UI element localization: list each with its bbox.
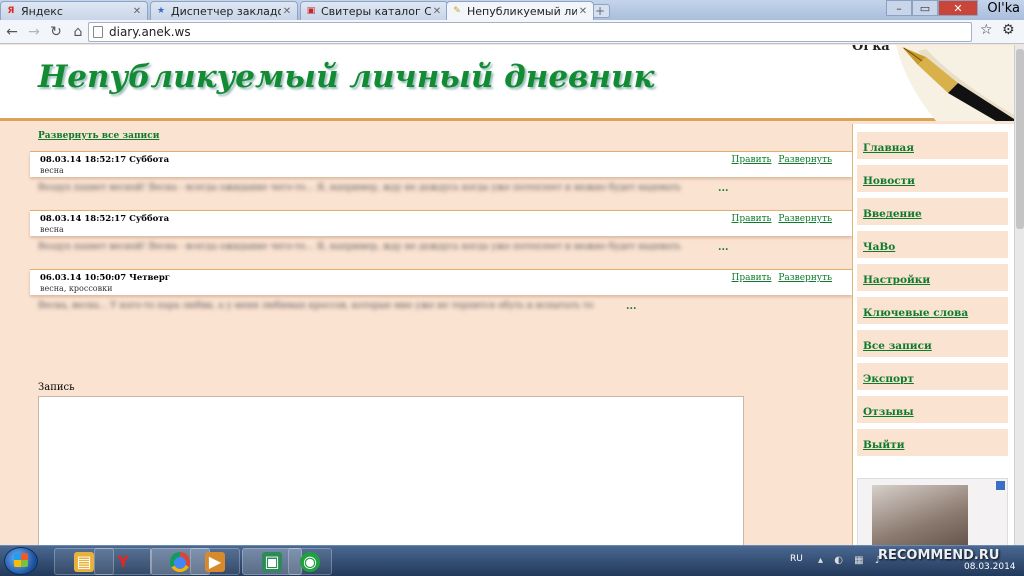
expand-link[interactable]: Развернуть — [778, 155, 832, 165]
forward-arrow-icon[interactable]: → — [24, 22, 44, 42]
home-icon[interactable]: ⌂ — [68, 22, 88, 42]
tab-diary[interactable]: ✎ Непубликуемый личны... ✕ — [446, 1, 594, 20]
tab-title: Яндекс — [21, 4, 63, 18]
menu-item-home[interactable]: Главная — [857, 132, 1008, 159]
shop-icon: ▣ — [306, 6, 316, 16]
close-icon[interactable]: ✕ — [281, 6, 293, 17]
tab-bookmarks-manager[interactable]: ★ Диспетчер закладок ✕ — [150, 1, 298, 20]
entry-actions: Править Развернуть — [728, 155, 832, 165]
language-indicator[interactable]: RU — [790, 554, 803, 564]
entry-actions: Править Развернуть — [728, 273, 832, 283]
read-more-link[interactable]: ... — [718, 183, 728, 194]
diary-entry: 08.03.14 18:52:17 Суббота весна Править … — [30, 210, 852, 253]
menu-item-news[interactable]: Новости — [857, 165, 1008, 192]
entry-header: 08.03.14 18:52:17 Суббота весна Править … — [30, 151, 852, 177]
diary-entry: 08.03.14 18:52:17 Суббота весна Править … — [30, 151, 852, 194]
entry-header: 08.03.14 18:52:17 Суббота весна Править … — [30, 210, 852, 236]
taskbar-yandex-browser[interactable]: Y — [94, 548, 152, 575]
browser-toolbar: ← → ↻ ⌂ diary.anek.ws — [0, 20, 1024, 44]
vertical-scrollbar[interactable] — [1014, 45, 1024, 545]
page-content: Непубликуемый личный дневник Ol'ka Разве… — [0, 45, 1014, 545]
record-textarea[interactable] — [38, 396, 744, 545]
ad-choices-icon[interactable] — [996, 481, 1005, 490]
expand-link[interactable]: Развернуть — [778, 214, 832, 224]
entry-tags: весна — [40, 166, 64, 175]
entry-actions: Править Развернуть — [728, 214, 832, 224]
browser-tab-strip: Я Яндекс ✕ ★ Диспетчер закладок ✕ ▣ Свит… — [0, 0, 1024, 20]
entry-date: 08.03.14 18:52:17 Суббота — [40, 214, 170, 224]
expand-link[interactable]: Развернуть — [778, 273, 832, 283]
windows-logo-icon — [14, 553, 28, 567]
yandex-browser-icon: Y — [117, 552, 129, 571]
menu-item-keywords[interactable]: Ключевые слова — [857, 297, 1008, 324]
menu-item-export[interactable]: Экспорт — [857, 363, 1008, 390]
fountain-pen-icon — [896, 45, 1014, 121]
star-icon: ★ — [156, 6, 166, 16]
entry-date: 08.03.14 18:52:17 Суббота — [40, 155, 170, 165]
windows-taskbar: ▤ Y ● ▶ ▣ ◉ RU ▴ ◐ ▦ ♪ — [0, 545, 1024, 576]
entry-tags: весна — [40, 225, 64, 234]
diary-entry: 06.03.14 10:50:07 Четверг весна, кроссов… — [30, 269, 852, 312]
close-icon[interactable]: ✕ — [577, 6, 589, 17]
expand-all-link[interactable]: Развернуть все записи — [38, 131, 159, 141]
folder-icon: ▤ — [74, 551, 94, 572]
chrome-icon: ● — [170, 551, 190, 572]
pen-icon: ✎ — [453, 6, 461, 16]
menu-item-reviews[interactable]: Отзывы — [857, 396, 1008, 423]
menu-item-all-entries[interactable]: Все записи — [857, 330, 1008, 357]
broadcast-icon: ◉ — [300, 551, 320, 572]
monitor-icon: ▣ — [262, 551, 282, 572]
ad-image[interactable] — [872, 485, 968, 545]
entry-date: 06.03.14 10:50:07 Четверг — [40, 273, 170, 283]
read-more-link[interactable]: ... — [626, 301, 636, 312]
entry-preview: Воздух пахнет весной! Весна - всегда ожи… — [38, 183, 681, 193]
ad-banner[interactable] — [857, 478, 1008, 545]
edit-link[interactable]: Править — [732, 214, 772, 224]
minimize-icon[interactable]: – — [886, 0, 912, 16]
media-player-icon: ▶ — [205, 551, 225, 572]
edit-link[interactable]: Править — [732, 273, 772, 283]
window-controls: – ▭ ✕ — [886, 0, 978, 16]
start-button[interactable] — [4, 547, 38, 575]
close-icon[interactable]: ✕ — [131, 6, 143, 17]
menu-item-settings[interactable]: Настройки — [857, 264, 1008, 291]
sidebar-menu: Главная Новости Введение ЧаВо Настройки … — [852, 124, 1014, 545]
tray-icons[interactable]: ▴ ◐ ▦ ♪ — [818, 555, 885, 566]
site-title: Непубликуемый личный дневник — [38, 59, 655, 95]
taskbar-network-app[interactable]: ◉ — [288, 548, 332, 575]
taskbar-media-player[interactable]: ▶ — [190, 548, 240, 575]
close-icon[interactable]: ✕ — [431, 6, 443, 17]
clock-date[interactable]: 08.03.2014 — [964, 562, 1016, 572]
tab-title: Свитеры каталог Cardig... — [321, 4, 431, 18]
back-arrow-icon[interactable]: ← — [2, 22, 22, 42]
entry-preview: Весна, весна... У кого-то пара любви, а … — [38, 301, 594, 311]
entry-tags: весна, кроссовки — [40, 284, 113, 293]
watermark: RECOMMEND.RU — [878, 548, 1000, 563]
maximize-icon[interactable]: ▭ — [912, 0, 938, 16]
address-bar[interactable]: diary.anek.ws — [88, 22, 972, 42]
menu-item-intro[interactable]: Введение — [857, 198, 1008, 225]
tab-sweaters-catalog[interactable]: ▣ Свитеры каталог Cardig... ✕ — [300, 1, 448, 20]
menu-item-logout[interactable]: Выйти — [857, 429, 1008, 456]
entry-preview: Воздух пахнет весной! Весна - всегда ожи… — [38, 242, 681, 252]
reload-icon[interactable]: ↻ — [46, 22, 66, 42]
address-text: diary.anek.ws — [109, 25, 191, 39]
tab-yandex[interactable]: Я Яндекс ✕ — [0, 1, 148, 20]
page-icon — [93, 26, 103, 38]
edit-link[interactable]: Править — [732, 155, 772, 165]
wrench-icon[interactable]: ⚙ — [1002, 22, 1015, 38]
menu-item-faq[interactable]: ЧаВо — [857, 231, 1008, 258]
tab-title: Диспетчер закладок — [171, 4, 281, 18]
bookmark-star-icon[interactable]: ☆ — [980, 22, 993, 38]
tab-title: Непубликуемый личны... — [467, 4, 577, 18]
scrollbar-thumb[interactable] — [1016, 49, 1024, 229]
record-label: Запись — [38, 382, 75, 393]
entry-header: 06.03.14 10:50:07 Четверг весна, кроссов… — [30, 269, 852, 295]
site-header: Непубликуемый личный дневник Ol'ka — [0, 45, 1014, 121]
username: Ol'ka — [852, 45, 890, 54]
yandex-icon: Я — [7, 6, 15, 16]
profile-name[interactable]: Ol'ka — [987, 1, 1020, 16]
window-close-icon[interactable]: ✕ — [938, 0, 978, 16]
read-more-link[interactable]: ... — [718, 242, 728, 253]
